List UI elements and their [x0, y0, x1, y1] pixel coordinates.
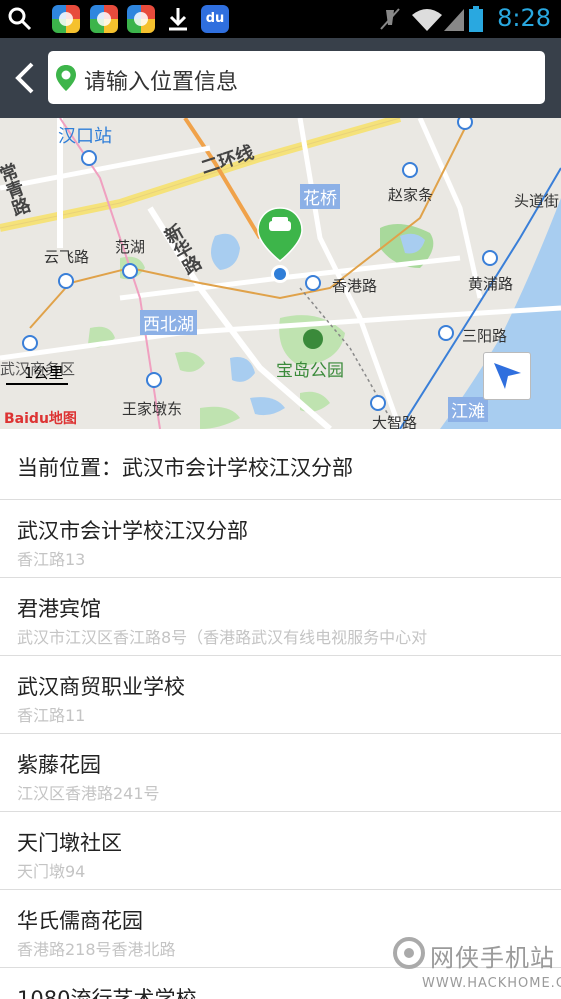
map-label: 花桥 — [300, 184, 340, 209]
place-name: 1080流行艺术学校 — [17, 987, 197, 999]
watermark-url: WWW.HACKHOME.COM — [422, 976, 561, 991]
map-label: 宝岛公园 — [276, 361, 344, 381]
map-label: 江滩 — [448, 397, 488, 422]
list-item[interactable]: 紫藤花园 江汉区香港路241号 — [0, 734, 561, 812]
map-label: 西北湖 — [140, 310, 197, 335]
back-arrow-icon[interactable] — [12, 60, 42, 96]
map-label: 三阳路 — [462, 327, 508, 345]
wifi-icon — [412, 9, 442, 31]
place-name: 君港宾馆 — [17, 597, 101, 621]
map-label: 范湖 — [115, 238, 146, 256]
place-name: 武汉商贸职业学校 — [17, 675, 185, 699]
map-label: 汉口站 — [58, 126, 112, 147]
place-address: 香江路11 — [17, 706, 86, 725]
list-item[interactable]: 天门墩社区 天门墩94 — [0, 812, 561, 890]
current-location-text: 当前位置：武汉市会计学校江汉分部 — [17, 456, 353, 480]
download-icon — [169, 8, 187, 31]
top-bar: 请输入位置信息 — [0, 38, 561, 118]
place-address: 江汉区香港路241号 — [17, 784, 160, 803]
status-bar: du 8:28 — [0, 0, 561, 38]
place-address: 香港路218号香港北路 — [17, 940, 176, 959]
place-name: 紫藤花园 — [17, 753, 101, 777]
locate-me-button[interactable] — [483, 352, 531, 400]
battery-icon — [469, 6, 483, 32]
map-scale: 1公里 — [6, 362, 68, 385]
app-icon — [90, 5, 118, 33]
map-label: 头道街 — [514, 192, 560, 210]
place-address: 天门墩94 — [17, 862, 86, 881]
map-logo: Baidu地图 — [4, 411, 77, 427]
map-view[interactable]: 汉口站 二环线 常青路 花桥 赵家条 头道街 云飞路 范湖 新华路 香港路 黄浦… — [0, 118, 561, 429]
list-item[interactable]: 武汉商贸职业学校 香江路11 — [0, 656, 561, 734]
list-item[interactable]: 君港宾馆 武汉市江汉区香江路8号（香港路武汉有线电视服务中心对 — [0, 578, 561, 656]
location-pin-icon — [56, 65, 76, 91]
place-name: 武汉市会计学校江汉分部 — [17, 519, 248, 543]
search-placeholder: 请输入位置信息 — [84, 70, 239, 95]
list-item[interactable]: 武汉市会计学校江汉分部 香江路13 — [0, 500, 561, 578]
map-label: 黄浦路 — [468, 275, 514, 293]
location-search-input[interactable]: 请输入位置信息 — [48, 51, 545, 104]
map-label: 赵家条 — [388, 186, 434, 204]
search-icon — [8, 7, 32, 31]
place-address: 武汉市江汉区香江路8号（香港路武汉有线电视服务中心对 — [17, 628, 428, 647]
watermark: 网侠手机站 WWW.HACKHOME.COM — [392, 936, 561, 996]
place-name: 天门墩社区 — [17, 831, 122, 855]
app-icon — [127, 5, 155, 33]
mute-icon — [380, 8, 400, 30]
place-address: 香江路13 — [17, 550, 86, 569]
baidu-icon: du — [201, 5, 229, 33]
current-location-row[interactable]: 当前位置：武汉市会计学校江汉分部 — [0, 429, 561, 500]
navigation-arrow-icon — [494, 363, 521, 389]
clock: 8:28 — [497, 4, 551, 32]
signal-icon — [444, 9, 464, 31]
map-label: 香港路 — [332, 277, 378, 295]
watermark-logo-icon — [393, 937, 425, 969]
map-label: 云飞路 — [44, 248, 90, 266]
map-label: 王家墩东 — [122, 400, 183, 418]
place-name: 华氏儒商花园 — [17, 909, 143, 933]
map-label: 大智路 — [372, 414, 418, 429]
watermark-title: 网侠手机站 — [430, 944, 555, 972]
app-icon — [52, 5, 80, 33]
